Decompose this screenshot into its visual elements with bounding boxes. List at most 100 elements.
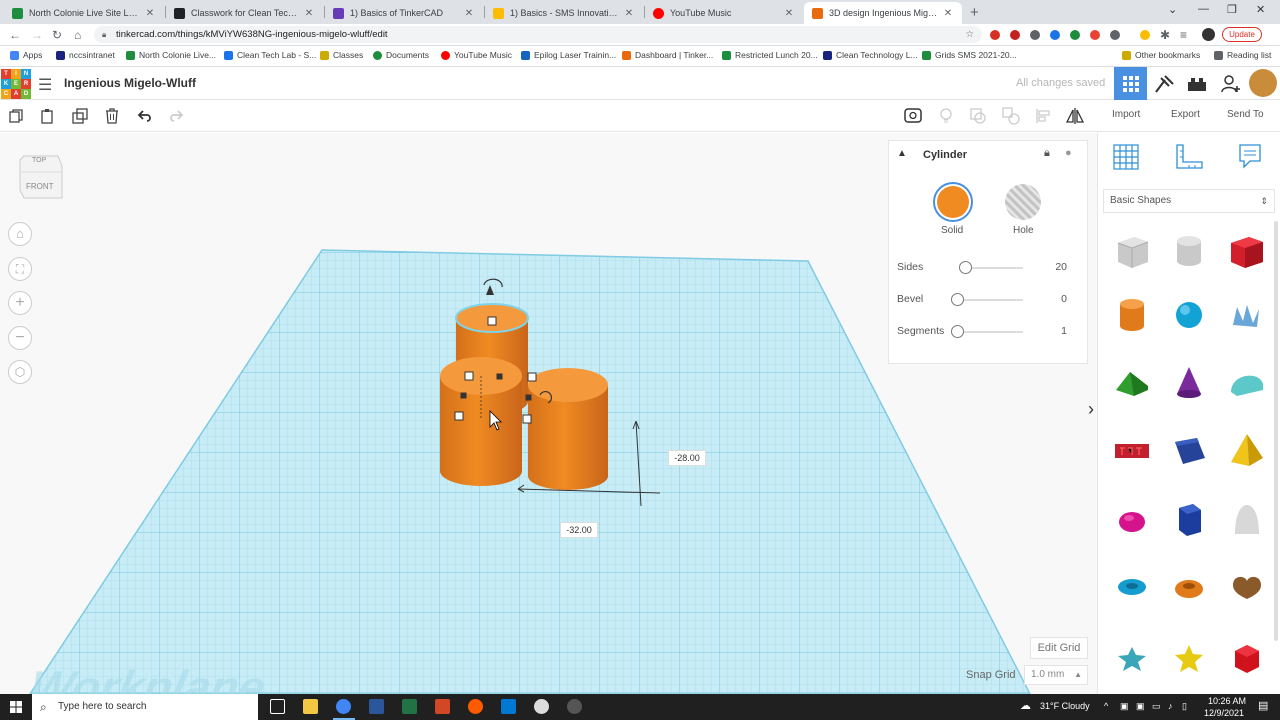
param-value[interactable]: 20 xyxy=(1055,261,1067,273)
cylinder-front-selected[interactable] xyxy=(440,357,522,486)
align-icon[interactable] xyxy=(1034,106,1054,126)
minimize-icon[interactable]: — xyxy=(1198,3,1209,15)
tab-youtube-music[interactable]: YouTube Music ✕ xyxy=(645,2,803,24)
network-icon[interactable]: ▭ xyxy=(1152,701,1161,712)
workplane-tool-icon[interactable] xyxy=(1112,143,1140,171)
outlook-icon[interactable] xyxy=(501,699,516,714)
dimension-depth-field[interactable]: -28.00 xyxy=(668,450,706,466)
polygon-shape[interactable] xyxy=(1169,500,1209,540)
restore-icon[interactable]: ❐ xyxy=(1227,3,1237,16)
star-yellow-shape[interactable] xyxy=(1169,639,1209,679)
extension-icon[interactable] xyxy=(1110,30,1120,40)
close-icon[interactable]: ✕ xyxy=(783,8,795,19)
close-icon[interactable]: ✕ xyxy=(144,8,156,19)
project-name[interactable]: Ingenious Migelo-Wluff xyxy=(64,76,196,90)
library-scrollbar[interactable] xyxy=(1274,221,1278,641)
icosahedron-shape[interactable] xyxy=(1227,639,1267,679)
bookmark-item[interactable]: YouTube Music xyxy=(441,50,512,60)
forward-icon[interactable]: → xyxy=(31,28,43,42)
undo-icon[interactable] xyxy=(135,106,155,126)
tube-shape[interactable] xyxy=(1169,567,1209,607)
paraboloid-shape[interactable] xyxy=(1227,500,1267,540)
bookmark-item[interactable]: Documents xyxy=(373,50,429,60)
tab-classwork[interactable]: Classwork for Clean Technology L ✕ xyxy=(166,2,323,24)
battery-icon[interactable]: ▯ xyxy=(1182,701,1187,712)
param-slider-track[interactable] xyxy=(959,331,1023,333)
extension-icon[interactable] xyxy=(1050,30,1060,40)
weather-cloud-icon[interactable]: ☁ xyxy=(1020,699,1031,712)
bookmark-item[interactable]: Clean Tech Lab - S... xyxy=(224,50,316,60)
param-value[interactable]: 1 xyxy=(1061,325,1067,337)
bookmark-item[interactable]: Clean Technology L... xyxy=(823,50,918,60)
redo-icon[interactable] xyxy=(166,106,186,126)
tab-basics-tinkercad[interactable]: 1) Basics of TinkerCAD ✕ xyxy=(325,2,483,24)
panel-collapse-chevron-icon[interactable]: › xyxy=(1088,399,1094,420)
corner-handle[interactable] xyxy=(522,414,532,424)
delete-icon[interactable] xyxy=(102,106,122,126)
update-button[interactable]: Update xyxy=(1222,27,1262,42)
param-value[interactable]: 0 xyxy=(1061,293,1067,305)
fit-view-icon[interactable]: ⛶ xyxy=(8,257,32,281)
volume-icon[interactable]: ♪ xyxy=(1168,701,1173,711)
taskbar-search-input[interactable]: ⌕ Type here to search xyxy=(32,694,258,720)
hole-button[interactable] xyxy=(1005,184,1041,220)
excel-icon[interactable] xyxy=(402,699,417,714)
build-icon[interactable] xyxy=(1153,74,1175,94)
extension-icon[interactable] xyxy=(1090,30,1100,40)
view-cube-front[interactable]: FRONT xyxy=(26,182,54,191)
corner-handle[interactable] xyxy=(454,411,464,421)
bookmark-item[interactable]: Grids SMS 2021-20... xyxy=(922,50,1017,60)
star-shape[interactable] xyxy=(1112,639,1152,679)
bookmark-item[interactable]: Classes xyxy=(320,50,363,60)
home-view-icon[interactable]: ⌂ xyxy=(8,222,32,246)
queue-icon[interactable]: ≡ xyxy=(1180,28,1187,42)
zoom-in-icon[interactable]: + xyxy=(8,291,32,315)
3d-view-button[interactable] xyxy=(1114,67,1147,100)
sphere-shape[interactable] xyxy=(1169,295,1209,335)
torus-shape[interactable] xyxy=(1112,567,1152,607)
extension-icon[interactable] xyxy=(1030,30,1040,40)
lock-icon[interactable]: 🔒︎ xyxy=(1044,147,1050,160)
duplicate-icon[interactable] xyxy=(70,106,90,126)
puzzle-icon[interactable]: ✱ xyxy=(1160,28,1170,42)
cone-shape[interactable] xyxy=(1169,362,1209,402)
tab-3d-design[interactable]: 3D design Ingenious Migelo-Wl ✕ xyxy=(804,2,962,24)
user-avatar[interactable] xyxy=(1249,69,1277,97)
codeblocks-icon[interactable] xyxy=(1186,74,1208,94)
dimension-width-field[interactable]: -32.00 xyxy=(560,522,598,538)
param-slider-track[interactable] xyxy=(959,299,1023,301)
word-icon[interactable] xyxy=(369,699,384,714)
file-explorer-icon[interactable] xyxy=(303,699,318,714)
corner-handle[interactable] xyxy=(527,372,537,382)
box-hole-shape[interactable] xyxy=(1112,231,1152,271)
powerpoint-icon[interactable] xyxy=(435,699,450,714)
extension-icon[interactable] xyxy=(1070,30,1080,40)
bookmark-item[interactable]: North Colonie Live... xyxy=(126,50,216,60)
tab-search-icon[interactable]: ⌄ xyxy=(1168,3,1177,16)
view-cube-top[interactable]: TOP xyxy=(32,157,46,164)
other-bookmarks[interactable]: Other bookmarks xyxy=(1122,50,1200,60)
tinkercad-logo[interactable]: TIN KER CAD xyxy=(1,69,31,99)
shape-category-select[interactable]: Basic Shapes ⇕ xyxy=(1103,189,1275,213)
tray-chevron-icon[interactable]: ^ xyxy=(1104,701,1108,711)
height-handle[interactable] xyxy=(487,316,497,326)
edit-grid-button[interactable]: Edit Grid xyxy=(1030,637,1088,659)
notes-tool-icon[interactable] xyxy=(1238,143,1262,171)
notes-icon[interactable] xyxy=(903,106,923,126)
ungroup-icon[interactable] xyxy=(1001,106,1021,126)
reload-icon[interactable]: ↻ xyxy=(52,28,62,42)
solid-button[interactable] xyxy=(933,182,973,222)
paste-icon[interactable] xyxy=(37,106,57,126)
bookmark-item[interactable]: Apps xyxy=(10,50,42,60)
edge-handle[interactable] xyxy=(460,392,467,399)
send-to-button[interactable]: Send To xyxy=(1227,109,1264,120)
tab-sms-innovation[interactable]: 1) Basics - SMS Innovation Team ✕ xyxy=(485,2,643,24)
close-icon[interactable]: ✕ xyxy=(623,8,635,19)
perspective-icon[interactable]: ⬡ xyxy=(8,360,32,384)
extension-icon[interactable] xyxy=(1010,30,1020,40)
cylinder-hole-shape[interactable] xyxy=(1169,231,1209,271)
close-icon[interactable]: ✕ xyxy=(303,8,315,19)
tray-app-icon[interactable]: ▣ xyxy=(1136,701,1145,712)
export-button[interactable]: Export xyxy=(1171,109,1200,120)
round-roof-shape[interactable] xyxy=(1227,362,1267,402)
